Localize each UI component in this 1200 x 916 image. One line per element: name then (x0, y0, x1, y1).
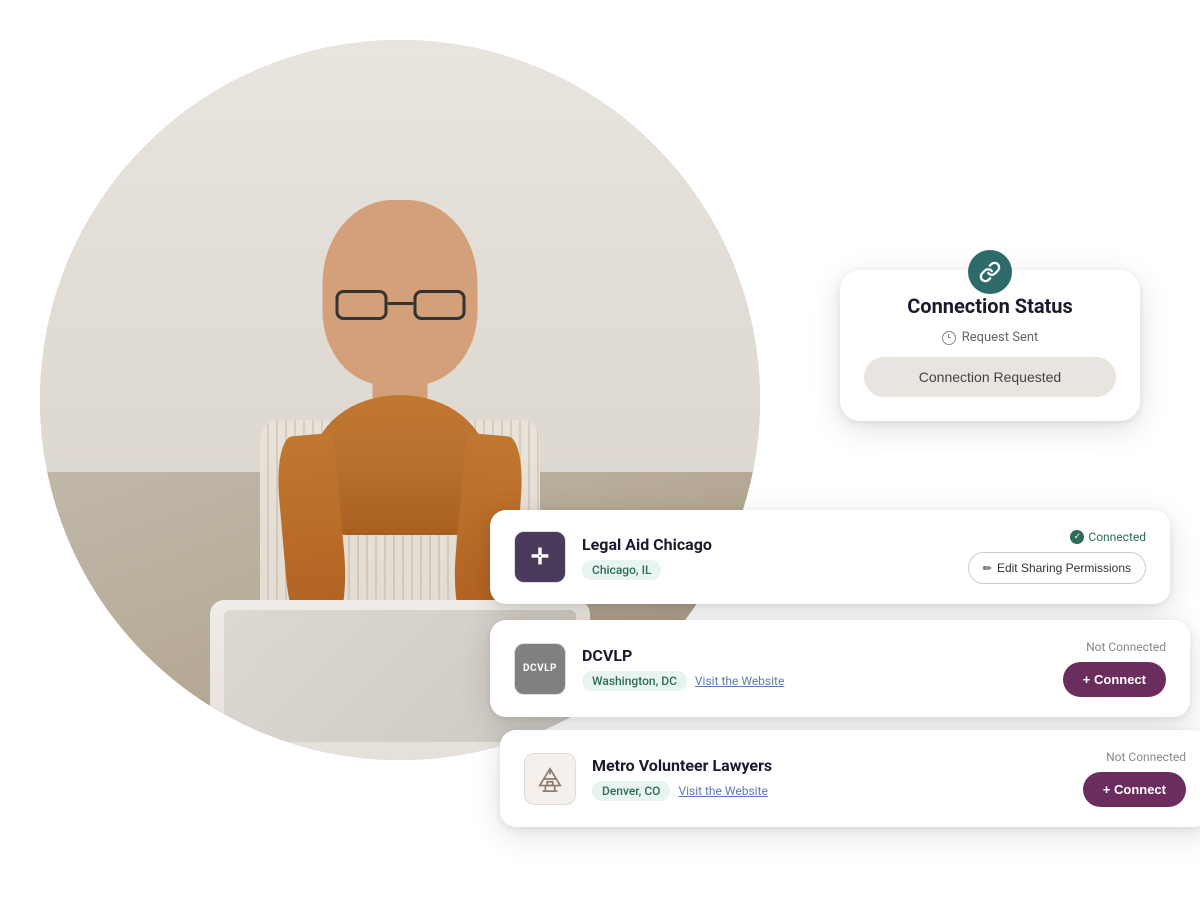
head-shape (323, 200, 478, 385)
request-sent-label: Request Sent (962, 330, 1039, 345)
dcvlp-info: DCVLP Washington, DC Visit the Website (582, 646, 1047, 691)
glass-bridge (387, 302, 413, 305)
legal-aid-tags: Chicago, IL (582, 560, 952, 580)
connection-icon-badge (968, 250, 1012, 294)
metro-name: Metro Volunteer Lawyers (592, 756, 1067, 775)
connection-status-card: Connection Status Request Sent Connectio… (840, 270, 1140, 421)
metro-tags: Denver, CO Visit the Website (592, 781, 1067, 801)
metro-status: Not Connected (1106, 750, 1186, 764)
dcvlp-location: Washington, DC (582, 671, 687, 691)
edit-sharing-permissions-button[interactable]: ✏ Edit Sharing Permissions (968, 552, 1146, 584)
org-item-legal-aid: ✛ Legal Aid Chicago Chicago, IL ✓ Connec… (490, 510, 1170, 604)
metro-actions: Not Connected + Connect (1083, 750, 1186, 807)
dcvlp-logo: DCVLP (514, 643, 566, 695)
connection-requested-button[interactable]: Connection Requested (864, 357, 1116, 397)
legal-aid-info: Legal Aid Chicago Chicago, IL (582, 535, 952, 580)
dcvlp-actions: Not Connected + Connect (1063, 640, 1166, 697)
glass-right (413, 290, 465, 320)
legal-aid-name: Legal Aid Chicago (582, 535, 952, 554)
metro-connect-button[interactable]: + Connect (1083, 772, 1186, 807)
legal-aid-logo: ✛ (514, 531, 566, 583)
dcvlp-name: DCVLP (582, 646, 1047, 665)
metro-card: Metro Volunteer Lawyers Denver, CO Visit… (500, 730, 1200, 827)
metro-info: Metro Volunteer Lawyers Denver, CO Visit… (592, 756, 1067, 801)
scene: Connection Status Request Sent Connectio… (0, 0, 1200, 916)
legal-aid-status: ✓ Connected (1070, 530, 1146, 544)
hair-shape (313, 395, 488, 535)
clock-icon (942, 331, 956, 345)
legal-aid-chicago-card: ✛ Legal Aid Chicago Chicago, IL ✓ Connec… (490, 510, 1170, 604)
dcvlp-card: DCVLP DCVLP Washington, DC Visit the Web… (490, 620, 1190, 717)
legal-aid-location: Chicago, IL (582, 560, 661, 580)
pencil-icon: ✏ (983, 562, 992, 575)
metro-location: Denver, CO (592, 781, 670, 801)
metro-logo (524, 753, 576, 805)
check-icon: ✓ (1070, 530, 1084, 544)
dcvlp-status: Not Connected (1086, 640, 1166, 654)
metro-website-link[interactable]: Visit the Website (678, 784, 767, 798)
dcvlp-tags: Washington, DC Visit the Website (582, 671, 1047, 691)
connection-status-title: Connection Status (864, 294, 1116, 318)
org-item-metro: Metro Volunteer Lawyers Denver, CO Visit… (500, 730, 1200, 827)
glass-left (335, 290, 387, 320)
dcvlp-website-link[interactable]: Visit the Website (695, 674, 784, 688)
dcvlp-connect-button[interactable]: + Connect (1063, 662, 1166, 697)
legal-aid-actions: ✓ Connected ✏ Edit Sharing Permissions (968, 530, 1146, 584)
org-item-dcvlp: DCVLP DCVLP Washington, DC Visit the Web… (490, 620, 1190, 717)
glasses-shape (330, 290, 470, 325)
face (323, 200, 478, 385)
request-sent-row: Request Sent (864, 330, 1116, 345)
